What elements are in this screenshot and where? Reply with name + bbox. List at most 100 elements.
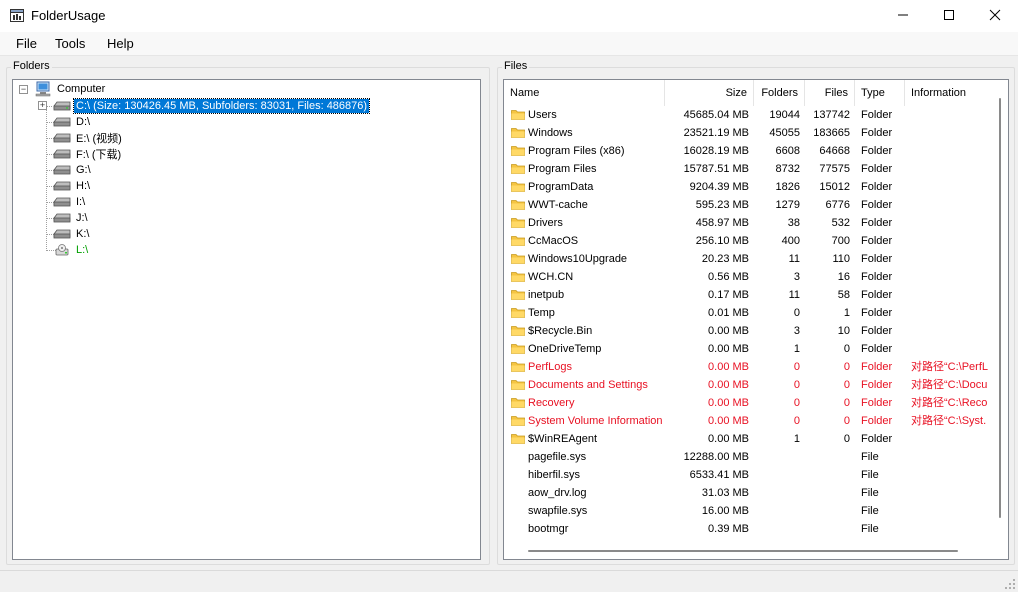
cell-information xyxy=(911,448,994,466)
table-row[interactable]: inetpub 0.17 MB 11 58 Folder xyxy=(504,286,994,304)
cell-size: 9204.39 MB xyxy=(689,181,749,193)
horizontal-scrollbar[interactable] xyxy=(504,543,994,559)
menu-help[interactable]: Help xyxy=(107,36,134,51)
table-row[interactable]: $Recycle.Bin 0.00 MB 3 10 Folder xyxy=(504,322,994,340)
table-row[interactable]: hiberfil.sys 6533.41 MB File xyxy=(504,466,994,484)
column-header-folders[interactable]: Folders xyxy=(754,80,805,106)
tree-item-drive-l[interactable]: L:\ xyxy=(53,242,90,258)
table-row[interactable]: OneDriveTemp 0.00 MB 1 0 Folder xyxy=(504,340,994,358)
maximize-button[interactable] xyxy=(926,0,972,30)
table-row[interactable]: Recovery 0.00 MB 0 0 Folder 对路径“C:\Reco xyxy=(504,394,994,412)
file-list[interactable]: Name Size Folders Files Type Information… xyxy=(503,79,1009,560)
column-header-information[interactable]: Information xyxy=(905,80,994,106)
tree-item-drive-h[interactable]: H:\ xyxy=(53,178,92,194)
cell-size: 0.17 MB xyxy=(708,289,749,301)
table-row[interactable]: bootmgr 0.39 MB File xyxy=(504,520,994,538)
cell-size: 16028.19 MB xyxy=(683,145,749,157)
table-row[interactable]: Windows 23521.19 MB 45055 183665 Folder xyxy=(504,124,994,142)
cell-size: 0.00 MB xyxy=(708,415,749,427)
cell-files: 0 xyxy=(843,343,850,355)
horizontal-scroll-thumb[interactable] xyxy=(528,550,958,552)
tree-item-drive-g[interactable]: G:\ xyxy=(53,162,93,178)
resize-grip-icon[interactable] xyxy=(1004,578,1016,590)
collapse-toggle-computer[interactable]: − xyxy=(19,85,28,94)
expand-toggle-c[interactable]: + xyxy=(38,101,47,110)
cell-type: Folder xyxy=(861,343,893,355)
tree-item-drive-e[interactable]: E:\ (视频) xyxy=(53,130,124,146)
cell-type: File xyxy=(861,523,879,535)
cell-folders: 45055 xyxy=(769,127,800,139)
tree-label-computer: Computer xyxy=(57,83,106,95)
cell-name: bootmgr xyxy=(528,523,569,535)
cell-folders: 1 xyxy=(793,433,800,445)
cell-information xyxy=(911,106,994,124)
column-header-name[interactable]: Name xyxy=(504,80,665,106)
maximize-icon xyxy=(944,10,954,20)
cell-folders: 11 xyxy=(788,253,800,265)
table-row[interactable]: Users 45685.04 MB 19044 137742 Folder xyxy=(504,106,994,124)
tree-item-drive-k[interactable]: K:\ xyxy=(53,226,91,242)
table-row[interactable]: pagefile.sys 12288.00 MB File xyxy=(504,448,994,466)
table-row[interactable]: Program Files 15787.51 MB 8732 77575 Folder xyxy=(504,160,994,178)
cell-name: Recovery xyxy=(528,397,575,409)
cell-size: 458.97 MB xyxy=(695,217,749,229)
table-row[interactable]: CcMacOS 256.10 MB 400 700 Folder xyxy=(504,232,994,250)
cell-size: 0.00 MB xyxy=(708,379,749,391)
menu-file[interactable]: File xyxy=(16,36,37,51)
cell-folders xyxy=(754,466,800,484)
table-row[interactable]: WWT-cache 595.23 MB 1279 6776 Folder xyxy=(504,196,994,214)
table-row[interactable]: WCH.CN 0.56 MB 3 16 Folder xyxy=(504,268,994,286)
cell-files: 15012 xyxy=(819,181,850,193)
list-header: Name Size Folders Files Type Information xyxy=(504,80,994,106)
table-row[interactable]: aow_drv.log 31.03 MB File xyxy=(504,484,994,502)
tree-item-computer[interactable]: Computer xyxy=(34,81,107,97)
tree-item-drive-j[interactable]: J:\ xyxy=(53,210,90,226)
hard-drive-icon xyxy=(53,165,71,175)
folder-tree[interactable]: − Computer + C:\ (Size: 130426.45 MB, Su… xyxy=(12,79,481,560)
cell-information: 对路径“C:\Docu xyxy=(911,379,988,391)
cell-files xyxy=(805,466,850,484)
tree-item-drive-d[interactable]: D:\ xyxy=(53,114,92,130)
table-row[interactable]: Drivers 458.97 MB 38 532 Folder xyxy=(504,214,994,232)
cell-folders: 6608 xyxy=(775,145,800,157)
table-row[interactable]: Windows10Upgrade 20.23 MB 11 110 Folder xyxy=(504,250,994,268)
cell-name: swapfile.sys xyxy=(528,505,588,517)
folder-icon xyxy=(511,128,525,138)
table-row[interactable]: Program Files (x86) 16028.19 MB 6608 64668 F… xyxy=(504,142,994,160)
tree-item-drive-f[interactable]: F:\ (下载) xyxy=(53,146,123,162)
window-title: FolderUsage xyxy=(31,8,106,23)
cell-files: 0 xyxy=(843,433,850,445)
cell-size: 45685.04 MB xyxy=(683,109,749,121)
vertical-scroll-thumb[interactable] xyxy=(999,98,1001,518)
column-header-files[interactable]: Files xyxy=(805,80,855,106)
column-header-size[interactable]: Size xyxy=(665,80,754,106)
menu-tools[interactable]: Tools xyxy=(55,36,85,51)
close-button[interactable] xyxy=(972,0,1018,30)
table-row[interactable]: swapfile.sys 16.00 MB File xyxy=(504,502,994,520)
table-row[interactable]: PerfLogs 0.00 MB 0 0 Folder 对路径“C:\PerfL xyxy=(504,358,994,376)
table-row[interactable]: System Volume Information 0.00 MB 0 0 Folder… xyxy=(504,412,994,430)
tree-item-drive-i[interactable]: I:\ xyxy=(53,194,87,210)
folder-icon xyxy=(511,380,525,390)
table-row[interactable]: $WinREAgent 0.00 MB 1 0 Folder xyxy=(504,430,994,448)
minimize-button[interactable] xyxy=(880,0,926,30)
vertical-scrollbar[interactable] xyxy=(992,80,1008,545)
hard-drive-icon xyxy=(53,197,71,207)
cell-information xyxy=(911,322,994,340)
cell-size: 15787.51 MB xyxy=(683,163,749,175)
tree-item-drive-c[interactable]: C:\ (Size: 130426.45 MB, Subfolders: 830… xyxy=(53,98,371,114)
cell-size: 31.03 MB xyxy=(701,487,749,499)
cell-type: Folder xyxy=(861,397,893,409)
table-row[interactable]: ProgramData 9204.39 MB 1826 15012 Folder xyxy=(504,178,994,196)
cell-name: WWT-cache xyxy=(528,199,588,211)
column-header-type[interactable]: Type xyxy=(855,80,905,106)
hard-drive-icon xyxy=(53,101,71,111)
cell-information xyxy=(911,304,994,322)
cell-folders: 0 xyxy=(793,415,800,427)
cell-name: Windows10Upgrade xyxy=(528,253,628,265)
table-row[interactable]: Documents and Settings 0.00 MB 0 0 Folder 对路径… xyxy=(504,376,994,394)
cell-files: 64668 xyxy=(819,145,850,157)
cell-files: 16 xyxy=(837,271,850,283)
cell-size: 6533.41 MB xyxy=(689,469,749,481)
table-row[interactable]: Temp 0.01 MB 0 1 Folder xyxy=(504,304,994,322)
